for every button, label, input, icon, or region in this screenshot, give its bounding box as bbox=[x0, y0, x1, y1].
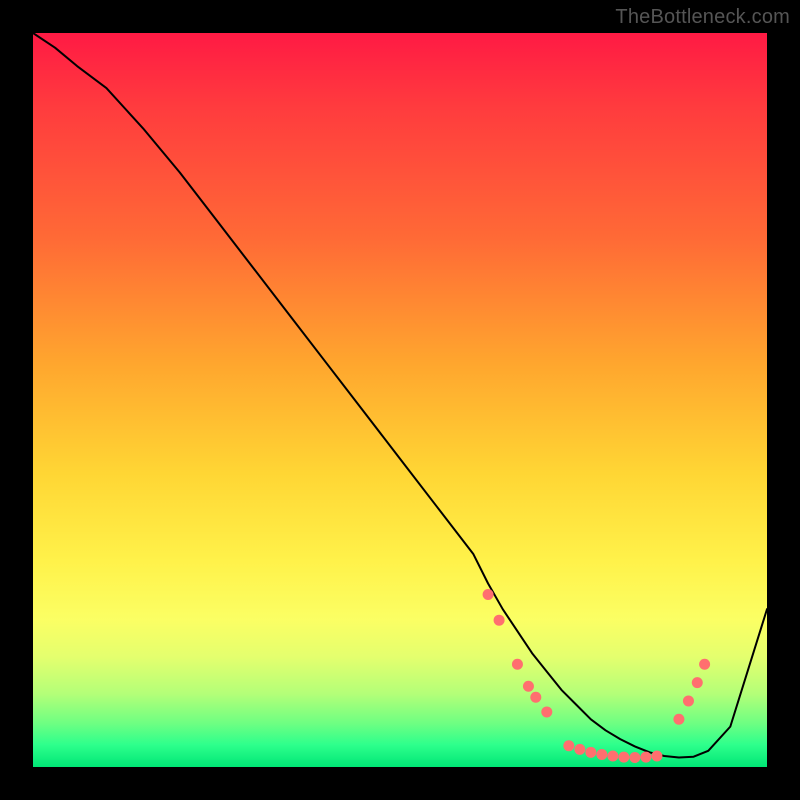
data-point bbox=[574, 744, 585, 755]
data-point bbox=[494, 615, 505, 626]
data-point bbox=[618, 752, 629, 763]
curve-layer bbox=[33, 33, 767, 767]
data-point bbox=[483, 589, 494, 600]
data-point bbox=[530, 692, 541, 703]
curve-dots bbox=[483, 589, 711, 763]
data-point bbox=[607, 750, 618, 761]
data-point bbox=[541, 706, 552, 717]
data-point bbox=[699, 659, 710, 670]
data-point bbox=[512, 659, 523, 670]
data-point bbox=[596, 749, 607, 760]
bottleneck-curve bbox=[33, 33, 767, 757]
data-point bbox=[651, 750, 662, 761]
chart-stage: TheBottleneck.com bbox=[0, 0, 800, 800]
plot-area bbox=[33, 33, 767, 767]
data-point bbox=[683, 695, 694, 706]
data-point bbox=[585, 747, 596, 758]
attribution-text: TheBottleneck.com bbox=[615, 6, 790, 29]
data-point bbox=[523, 681, 534, 692]
data-point bbox=[640, 752, 651, 763]
data-point bbox=[563, 740, 574, 751]
data-point bbox=[692, 677, 703, 688]
data-point bbox=[629, 752, 640, 763]
data-point bbox=[673, 714, 684, 725]
